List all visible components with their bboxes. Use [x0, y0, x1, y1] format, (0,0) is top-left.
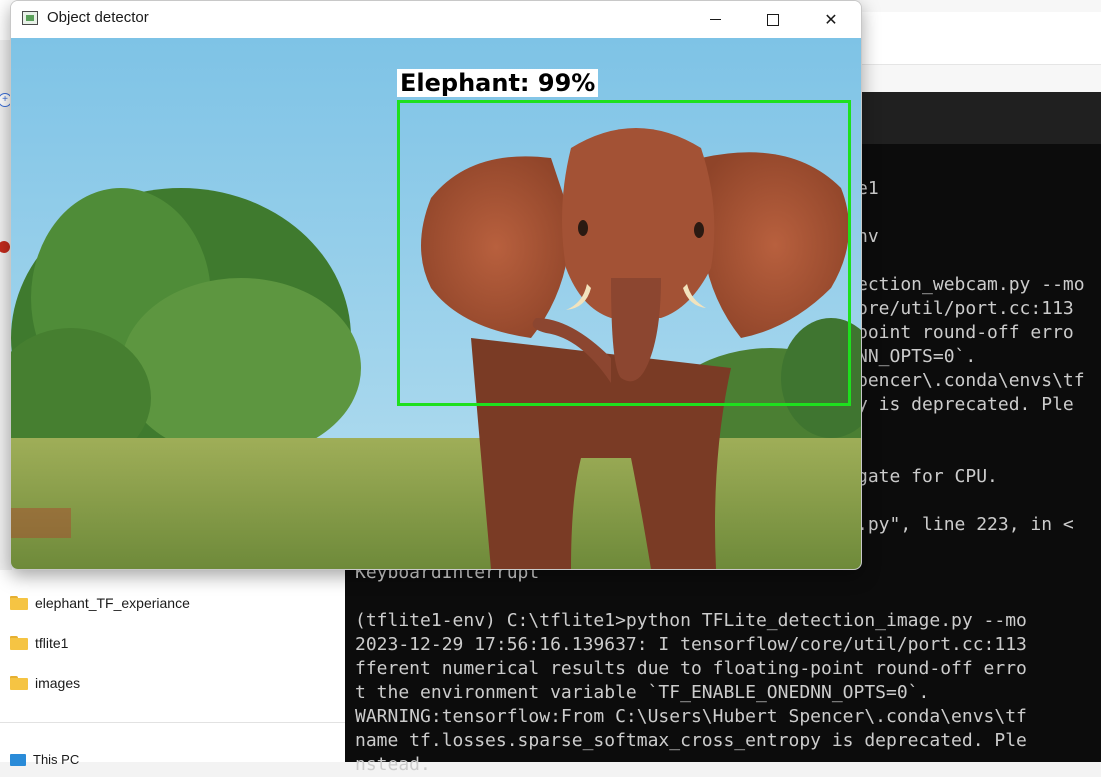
object-detector-window: Object detector ✕ Elephant: 99%	[10, 0, 862, 570]
close-button[interactable]: ✕	[803, 1, 859, 38]
bounding-box	[397, 100, 851, 406]
terminal-line: gate for CPU.	[857, 466, 998, 487]
this-pc-item[interactable]: This PC	[10, 752, 79, 767]
terminal-line: t the environment variable `TF_ENABLE_ON…	[355, 682, 930, 703]
app-icon	[22, 11, 38, 25]
minimize-icon	[709, 19, 721, 20]
terminal-line: name tf.losses.sparse_softmax_cross_entr…	[355, 730, 1027, 751]
nav-divider	[0, 722, 345, 723]
maximize-icon	[767, 13, 779, 26]
background-toolbar	[860, 12, 1101, 65]
detection-image: Elephant: 99%	[11, 38, 861, 569]
folder-label: elephant_TF_experiance	[35, 595, 190, 611]
title-bar[interactable]: Object detector ✕	[11, 1, 861, 38]
this-pc-label: This PC	[33, 752, 80, 767]
minimize-button[interactable]	[687, 1, 743, 38]
terminal-line: fferent numerical results due to floatin…	[355, 658, 1027, 679]
terminal-line: (tflite1-env) C:\tflite1>python TFLite_d…	[355, 610, 1027, 631]
folder-icon	[10, 596, 28, 610]
terminal-line: pencer\.conda\envs\tf	[857, 370, 1085, 391]
folder-label: tflite1	[35, 635, 69, 651]
close-icon: ✕	[824, 11, 838, 29]
terminal-line: ection_webcam.py --mo	[857, 274, 1085, 295]
detection-label: Elephant: 99%	[397, 69, 599, 97]
terminal-line: nstead.	[355, 754, 431, 775]
window-title: Object detector	[47, 9, 149, 26]
maximize-button[interactable]	[745, 1, 801, 38]
folder-item[interactable]: images	[10, 672, 80, 694]
background-window	[860, 0, 1101, 92]
terminal-line: ore/util/port.cc:113	[857, 298, 1074, 319]
folder-item[interactable]: tflite1	[10, 632, 68, 654]
terminal-line: 2023-12-29 17:56:16.139637: I tensorflow…	[355, 634, 1027, 655]
folder-item[interactable]: elephant_TF_experiance	[10, 592, 190, 614]
terminal-line: y is deprecated. Ple	[857, 394, 1074, 415]
folder-label: images	[35, 675, 81, 691]
terminal-line: .py", line 223, in <	[857, 514, 1074, 535]
folder-icon	[10, 636, 28, 650]
terminal-line: NN_OPTS=0`.	[857, 346, 977, 367]
terminal-line: point round-off erro	[857, 322, 1074, 343]
computer-icon	[10, 753, 26, 766]
folder-icon	[10, 676, 28, 690]
terminal-line: WARNING:tensorflow:From C:\Users\Hubert …	[355, 706, 1027, 727]
